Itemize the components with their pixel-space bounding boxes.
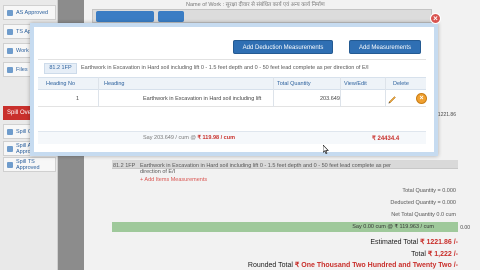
- measurements-table-header: [38, 77, 426, 90]
- modal-divider: [38, 59, 426, 60]
- summary-bar: Say 0.00 cum @ ₹ 119.963 / cum: [112, 222, 458, 232]
- modal-item-description: Earthwork in Excavation in Hard soil inc…: [81, 65, 369, 71]
- background-item-description: Earthwork in Excavation in Hard soil inc…: [140, 163, 392, 169]
- net-total-quantity: Net Total Quantity 0.0 cum: [391, 212, 456, 218]
- summary-value: 0.00: [460, 225, 470, 231]
- folder-icon: [7, 145, 13, 152]
- col-heading: Heading: [104, 81, 125, 87]
- folder-icon: [7, 28, 13, 35]
- background-item-description-2: direction of E/I: [140, 169, 176, 175]
- background-tab-primary[interactable]: [96, 11, 154, 22]
- sidebar-item-spill-ts-approved[interactable]: Spill TS Approved: [3, 157, 56, 172]
- folder-icon: [7, 47, 13, 54]
- rounded-total: Rounded Total ₹ One Thousand Two Hundred…: [247, 262, 458, 269]
- add-deduction-measurements-button[interactable]: Add Deduction Measurements: [233, 40, 333, 54]
- modal-item-code: 81.2 1FP: [44, 63, 77, 74]
- add-measurements-button[interactable]: Add Measurements: [349, 40, 421, 54]
- background-side-amount: 1221.86: [437, 112, 456, 118]
- footer-rate-text: Say 203.649 / cum @ ₹ 119.98 / cum: [143, 135, 235, 141]
- col-view-edit: View/Edit: [344, 81, 367, 87]
- column-divider: [385, 77, 386, 107]
- sidebar-item-as-approved[interactable]: AS Approved: [3, 5, 56, 20]
- folder-icon: [7, 128, 13, 135]
- column-divider: [98, 77, 99, 107]
- folder-icon: [7, 161, 13, 168]
- column-divider: [273, 77, 274, 107]
- cell-heading-no: 1: [76, 96, 80, 102]
- col-total-quantity: Total Quantity: [277, 81, 311, 87]
- estimated-total: Estimated Total ₹ 1221.86 /-: [370, 239, 458, 246]
- background-item-code: 81.2 1FP: [113, 163, 136, 169]
- name-of-work: Name of Work : सुरक्षा दीवार से संबंधित …: [186, 2, 325, 8]
- column-divider: [340, 77, 341, 107]
- summary-text: Say 0.00 cum @ ₹ 119.963 / cum: [352, 224, 434, 230]
- col-heading-no: Heading No: [46, 81, 76, 87]
- mouse-cursor-icon: [323, 145, 329, 154]
- total: Total ₹ 1,222 /-: [411, 251, 458, 258]
- add-item-measurements-link[interactable]: + Add Items Measurements: [140, 177, 207, 183]
- pencil-icon[interactable]: [387, 94, 397, 104]
- deducted-quantity: Deducted Quantity = 0.000: [390, 200, 456, 206]
- background-tab-secondary[interactable]: [158, 11, 184, 22]
- folder-icon: [7, 66, 13, 73]
- delete-icon[interactable]: ×: [416, 93, 427, 104]
- cell-total-quantity: 203.649: [320, 96, 340, 102]
- folder-icon: [7, 9, 13, 16]
- close-icon[interactable]: ×: [430, 13, 441, 24]
- cell-heading: Earthwork in Excavation in Hard soil inc…: [143, 96, 262, 102]
- total-quantity: Total Quantity = 0.000: [402, 188, 456, 194]
- footer-amount: ₹ 24434.4: [372, 136, 400, 142]
- col-delete: Delete: [393, 81, 409, 87]
